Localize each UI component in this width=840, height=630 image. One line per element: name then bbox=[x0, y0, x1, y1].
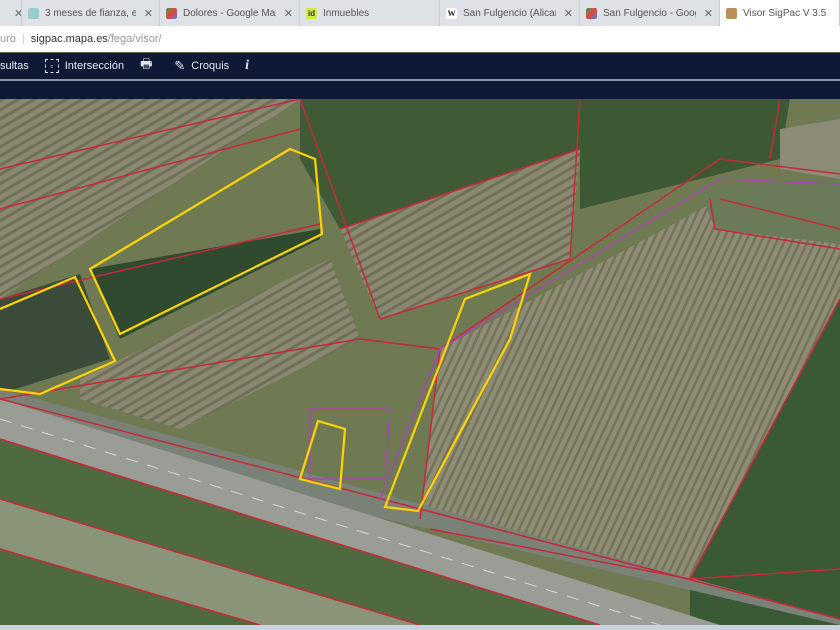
pencil-icon: ✎ bbox=[174, 58, 186, 73]
tab-partial[interactable]: ✕ bbox=[0, 0, 22, 26]
google-maps-icon bbox=[166, 7, 177, 19]
address-bar[interactable]: uro | sigpac.mapa.es/fega/visor/ bbox=[0, 26, 840, 52]
site-icon bbox=[28, 7, 39, 19]
secondary-toolbar bbox=[0, 81, 840, 99]
tab-fianza[interactable]: 3 meses de fianza, es l✕ bbox=[22, 0, 160, 26]
google-maps-icon bbox=[586, 7, 597, 19]
interseccion-button[interactable]: ▫ Intersección bbox=[44, 59, 124, 73]
info-button[interactable]: i bbox=[245, 58, 249, 74]
print-icon: 🖶 bbox=[140, 56, 153, 71]
url-path: /fega/visor/ bbox=[107, 33, 162, 45]
tab-dolores-maps[interactable]: Dolores - Google Maps ✕ bbox=[160, 0, 300, 26]
tab-wikipedia[interactable]: W San Fulgencio (Alicant ✕ bbox=[440, 0, 580, 26]
close-icon[interactable]: ✕ bbox=[704, 7, 713, 20]
satellite-map[interactable] bbox=[0, 99, 840, 625]
idealista-icon: id bbox=[306, 7, 317, 19]
intersection-icon: ▫ bbox=[44, 59, 59, 73]
sigpac-icon bbox=[726, 7, 737, 19]
close-icon[interactable]: ✕ bbox=[564, 7, 573, 20]
wikipedia-icon: W bbox=[446, 7, 457, 19]
url-domain: sigpac.mapa.es bbox=[30, 33, 108, 45]
tab-sigpac[interactable]: Visor SigPac V 3.5 bbox=[720, 0, 840, 26]
croquis-button[interactable]: ✎ Croquis bbox=[174, 58, 229, 74]
close-icon[interactable]: ✕ bbox=[14, 7, 21, 20]
print-button[interactable]: 🖶 bbox=[140, 55, 158, 77]
close-icon[interactable]: ✕ bbox=[144, 7, 153, 20]
browser-tab-bar: ✕ 3 meses de fianza, es l✕ Dolores - Goo… bbox=[0, 0, 840, 26]
tab-sanfulgencio-maps[interactable]: San Fulgencio - Goog ✕ bbox=[580, 0, 720, 26]
os-taskbar bbox=[0, 625, 840, 630]
consultas-button[interactable]: sultas bbox=[0, 60, 29, 72]
close-icon[interactable]: ✕ bbox=[284, 7, 293, 20]
tab-inmuebles[interactable]: id Inmuebles bbox=[300, 0, 440, 26]
sigpac-toolbar: sultas ▫ Intersección 🖶 ✎ Croquis i bbox=[0, 53, 840, 79]
